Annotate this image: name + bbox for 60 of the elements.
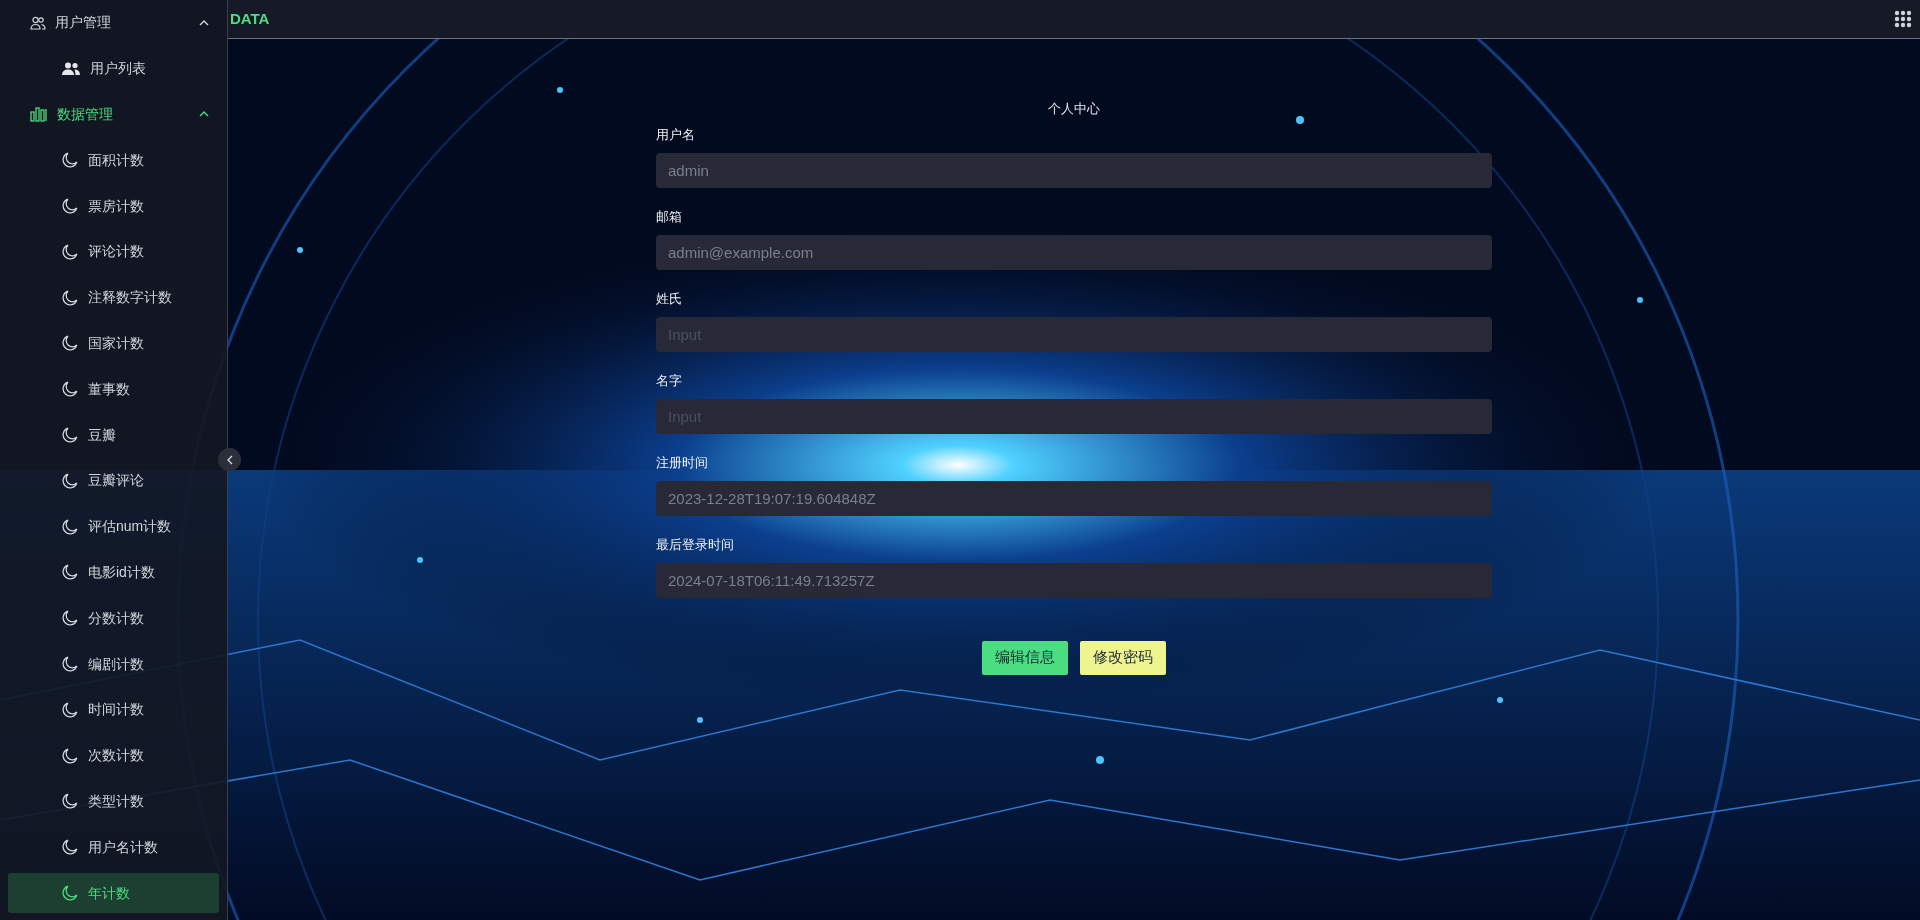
moon-icon xyxy=(62,885,78,902)
menu-item[interactable]: 年计数 xyxy=(8,873,219,914)
users-icon xyxy=(62,62,80,76)
moon-icon xyxy=(62,747,78,764)
moon-icon xyxy=(62,610,78,627)
users-icon xyxy=(30,15,46,30)
input-field[interactable]: 2023-12-28T19:07:19.604848Z xyxy=(656,480,1492,516)
input-field[interactable]: admin xyxy=(656,152,1492,188)
menu-group[interactable]: 用户管理 xyxy=(0,0,227,46)
field-label: 用户名 xyxy=(656,126,696,143)
menu-item[interactable]: 面积计数 xyxy=(8,137,213,184)
menu-item[interactable]: 国家计数 xyxy=(8,320,213,367)
field-label: 邮箱 xyxy=(656,208,683,225)
menu-item[interactable]: 类型计数 xyxy=(8,778,213,825)
menu-group-label: 数据管理 xyxy=(57,105,114,124)
menu-item[interactable]: 编剧计数 xyxy=(8,641,213,687)
brand-title: DATA xyxy=(230,8,270,29)
moon-icon xyxy=(62,518,78,535)
menu-item[interactable]: 电影id计数 xyxy=(8,549,213,596)
input-field[interactable]: admin@example.com xyxy=(656,234,1492,270)
menu-item[interactable]: 次数计数 xyxy=(8,732,213,779)
moon-icon xyxy=(62,198,78,215)
moon-icon xyxy=(62,427,78,444)
moon-icon xyxy=(62,472,78,489)
menu-item[interactable]: 用户名计数 xyxy=(8,824,213,871)
input-field[interactable]: 2024-07-18T06:11:49.713257Z xyxy=(656,562,1492,598)
moon-icon xyxy=(62,656,78,673)
moon-icon xyxy=(62,381,78,398)
chevron-up-icon xyxy=(199,111,209,118)
menu-item[interactable]: 评论计数 xyxy=(8,229,213,275)
menu-item[interactable]: 豆瓣 xyxy=(8,412,213,458)
change-password-button[interactable]: 修改密码 xyxy=(1080,640,1166,675)
menu-item[interactable]: 分数计数 xyxy=(8,595,213,642)
field-label: 名字 xyxy=(656,372,683,389)
page-title: 个人中心 xyxy=(1047,100,1101,118)
menu-item[interactable]: 注释数字计数 xyxy=(8,274,213,321)
field-label: 注册时间 xyxy=(656,454,709,471)
moon-icon xyxy=(62,335,78,352)
menu-item[interactable]: 用户列表 xyxy=(8,45,213,92)
moon-icon xyxy=(62,793,78,810)
moon-icon xyxy=(62,839,78,856)
menu-group[interactable]: 数据管理 xyxy=(0,91,227,138)
menu-item[interactable]: 豆瓣评论 xyxy=(8,457,213,504)
menu-item[interactable]: 时间计数 xyxy=(8,686,213,733)
moon-icon xyxy=(62,701,78,718)
menu-item[interactable]: 评估num计数 xyxy=(8,503,213,550)
moon-icon xyxy=(62,564,78,581)
moon-icon xyxy=(62,243,78,260)
edit-button[interactable]: 编辑信息 xyxy=(982,640,1068,675)
chevron-left-icon xyxy=(226,454,233,465)
bar-chart-icon xyxy=(30,106,48,123)
menu-item[interactable]: 董事数 xyxy=(8,366,213,413)
field-label: 最后登录时间 xyxy=(656,536,735,553)
chevron-up-icon xyxy=(199,19,209,26)
apps-grid-icon[interactable] xyxy=(1894,10,1912,28)
menu-item[interactable]: 票房计数 xyxy=(8,183,213,229)
moon-icon xyxy=(62,152,78,169)
field-label: 姓氏 xyxy=(656,290,683,307)
menu-group-label: 用户管理 xyxy=(55,13,112,33)
moon-icon xyxy=(62,289,78,306)
